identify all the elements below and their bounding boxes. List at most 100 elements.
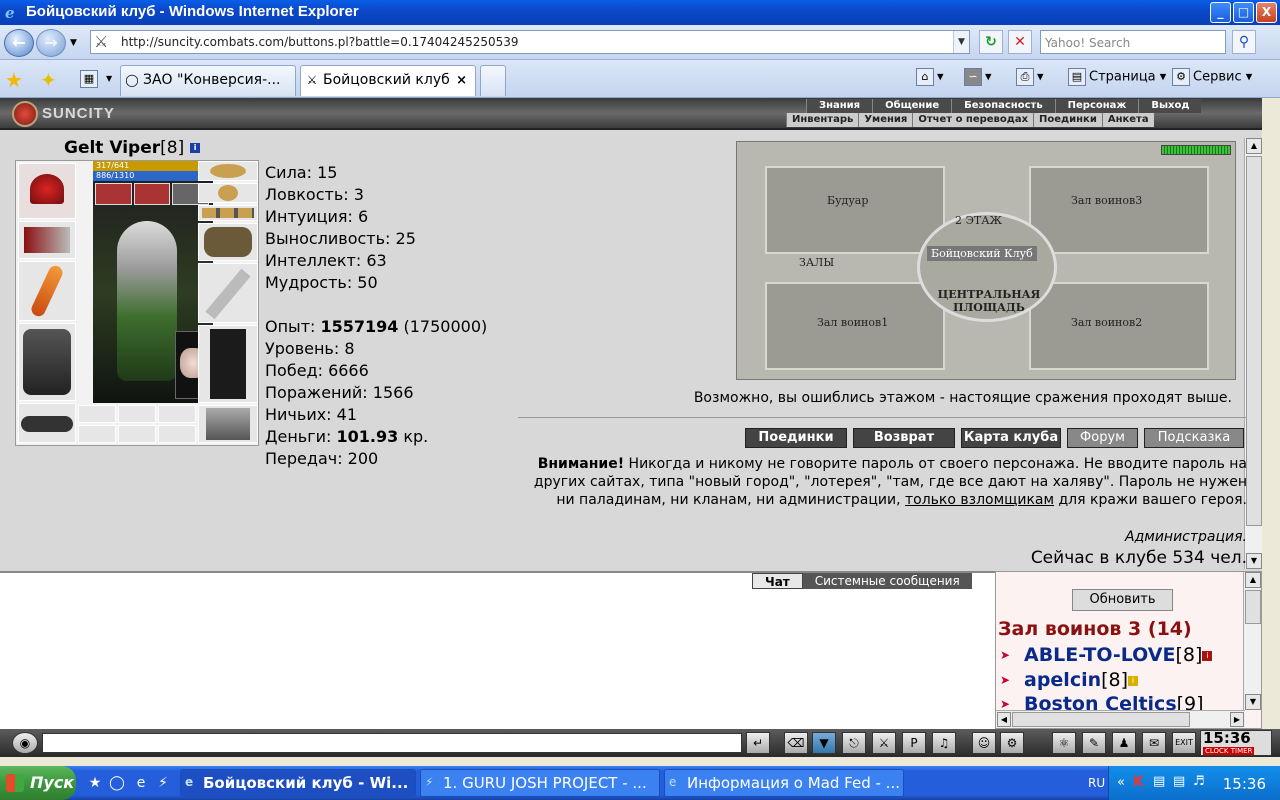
service-menu[interactable]: ⚙ Сервис ▾	[1172, 68, 1252, 86]
scroll-up-icon[interactable]: ▲	[1246, 138, 1262, 154]
sidebar-vertical-scrollbar[interactable]: ▲ ▼	[1243, 572, 1261, 710]
save-log-icon[interactable]: ⎋	[842, 732, 866, 754]
shield-slot[interactable]	[198, 263, 258, 323]
return-button[interactable]: Возврат	[853, 428, 955, 448]
map-hall1-label[interactable]: Зал воинов1	[817, 316, 888, 329]
small-slot[interactable]	[78, 405, 116, 423]
armor-slot[interactable]	[18, 323, 76, 401]
antivirus-icon[interactable]: K	[1133, 774, 1144, 790]
address-dropdown-icon[interactable]: ▼	[953, 31, 969, 53]
menu-security[interactable]: Безопасность	[951, 99, 1055, 113]
translit-icon[interactable]: P	[902, 732, 926, 754]
home-icon[interactable]: ⌂ ▾	[916, 68, 944, 86]
hint-button[interactable]: Подсказка	[1144, 428, 1244, 448]
filter-icon[interactable]: ▼	[812, 732, 836, 754]
settings-icon[interactable]: ⚙	[1000, 732, 1024, 754]
language-indicator[interactable]: RU	[1088, 776, 1105, 790]
scroll-down-icon[interactable]: ▼	[1245, 694, 1261, 710]
quicklaunch-icon[interactable]: ★	[86, 774, 104, 792]
potion-icon[interactable]: ⚛	[1052, 732, 1076, 754]
submenu-profile[interactable]: Анкета	[1101, 113, 1154, 127]
refresh-button[interactable]: Обновить	[1072, 589, 1173, 611]
back-button[interactable]: ←	[4, 29, 34, 57]
tray-clock[interactable]: 15:36	[1223, 775, 1266, 793]
scroll-thumb[interactable]	[1246, 156, 1262, 526]
small-slot[interactable]	[118, 405, 156, 423]
player-name[interactable]: apelcin	[1024, 669, 1101, 691]
rune-slot[interactable]	[95, 183, 132, 205]
small-slot[interactable]	[118, 425, 156, 443]
history-dropdown-icon[interactable]: ▼	[70, 38, 77, 48]
info-icon[interactable]: i	[1202, 650, 1213, 661]
new-tab-button[interactable]	[480, 65, 506, 96]
player-name[interactable]: ABLE-TO-LOVE	[1024, 644, 1175, 666]
map-boudoir-label[interactable]: Будуар	[827, 194, 868, 207]
map-hall3-area[interactable]	[1029, 166, 1209, 254]
amulet-slot[interactable]	[198, 183, 258, 203]
favorites-star-icon[interactable]: ★	[5, 68, 23, 92]
network-icon[interactable]: ▤	[1153, 774, 1165, 789]
tab-list-dropdown-icon[interactable]: ▼	[106, 74, 112, 83]
network-icon[interactable]: ▤	[1173, 774, 1185, 789]
rings-slot[interactable]	[198, 205, 258, 221]
tray-expand-icon[interactable]: «	[1117, 775, 1125, 790]
tab-fight-club[interactable]: ⚔ Бойцовский клуб ×	[300, 65, 476, 96]
smiles-icon[interactable]: ☺	[972, 732, 996, 754]
private-message-icon[interactable]: ➤	[1000, 648, 1018, 662]
print-icon[interactable]: ⎙ ▾	[1016, 68, 1044, 86]
start-button[interactable]: Пуск	[0, 766, 76, 800]
player-row[interactable]: ➤ ABLE-TO-LOVE[8] i	[1000, 644, 1213, 666]
opera-icon[interactable]: ◯	[108, 774, 126, 792]
chat-mode-icon[interactable]: ◉	[12, 732, 38, 754]
map-central-label[interactable]: ЦЕНТРАЛЬНАЯ ПЛОЩАДЬ	[933, 288, 1045, 314]
quick-tabs-icon[interactable]: ▦	[80, 70, 101, 88]
mail-icon[interactable]: ✉	[1142, 732, 1166, 754]
task-fight-club[interactable]: e Бойцовский клуб - Wi...	[180, 769, 416, 797]
small-slot[interactable]	[78, 425, 116, 443]
menu-character[interactable]: Персонаж	[1054, 99, 1139, 113]
stop-icon[interactable]: ✕	[1008, 30, 1032, 54]
winamp-icon[interactable]: ⚡	[154, 774, 172, 792]
scroll-down-icon[interactable]: ▼	[1246, 553, 1262, 569]
volume-icon[interactable]: ♬	[1193, 774, 1205, 789]
refresh-icon[interactable]: ↻	[979, 30, 1003, 54]
small-slot[interactable]	[158, 425, 196, 443]
task-guru-josh[interactable]: ⚡ 1. GURU JOSH PROJECT - ...	[420, 769, 660, 797]
boots-slot[interactable]	[198, 405, 258, 443]
small-slot[interactable]	[158, 405, 196, 423]
weapon-slot[interactable]	[18, 261, 76, 321]
send-icon[interactable]: ↵	[746, 732, 770, 754]
map-hall3-label[interactable]: Зал воинов3	[1071, 194, 1142, 207]
sound-icon[interactable]: ♫	[932, 732, 956, 754]
forward-button[interactable]: →	[36, 29, 66, 57]
close-tab-icon[interactable]: ×	[456, 66, 467, 95]
player-row[interactable]: ➤ apelcin[8] i	[1000, 669, 1139, 691]
page-menu[interactable]: ▤ Страница ▾	[1068, 68, 1166, 86]
private-message-icon[interactable]: ➤	[1000, 697, 1018, 711]
clear-icon[interactable]: ⌫	[784, 732, 808, 754]
map-boudoir-area[interactable]	[765, 166, 945, 254]
tab-system-messages[interactable]: Системные сообщения	[802, 573, 972, 589]
map-club-label[interactable]: Бойцовский Клуб	[927, 246, 1037, 261]
add-favorite-icon[interactable]: ✦	[40, 68, 57, 92]
group-icon[interactable]: ♟	[1112, 732, 1136, 754]
club-map-button[interactable]: Карта клуба	[961, 428, 1061, 448]
submenu-skills[interactable]: Умения	[858, 113, 912, 127]
submenu-inventory[interactable]: Инвентарь	[786, 113, 858, 127]
pants-slot[interactable]	[198, 325, 258, 403]
exit-icon[interactable]: EXIT	[1172, 732, 1196, 754]
fighter-icon[interactable]: ⚔	[872, 732, 896, 754]
info-icon[interactable]: i	[1128, 675, 1139, 686]
close-button[interactable]: X	[1256, 2, 1277, 23]
hackers-link[interactable]: только взломщикам	[905, 492, 1054, 508]
search-icon[interactable]: ⚲	[1232, 30, 1256, 54]
tab-chat[interactable]: Чат	[752, 573, 803, 589]
submenu-duels[interactable]: Поединки	[1033, 113, 1102, 127]
menu-communication[interactable]: Общение	[872, 99, 952, 113]
minimize-button[interactable]: _	[1210, 2, 1231, 23]
helmet-slot[interactable]	[18, 163, 76, 219]
menu-exit[interactable]: Выход	[1138, 99, 1202, 113]
scroll-left-icon[interactable]: ◀	[997, 712, 1011, 727]
earrings-slot[interactable]	[198, 161, 258, 181]
gloves-slot[interactable]	[198, 223, 258, 261]
